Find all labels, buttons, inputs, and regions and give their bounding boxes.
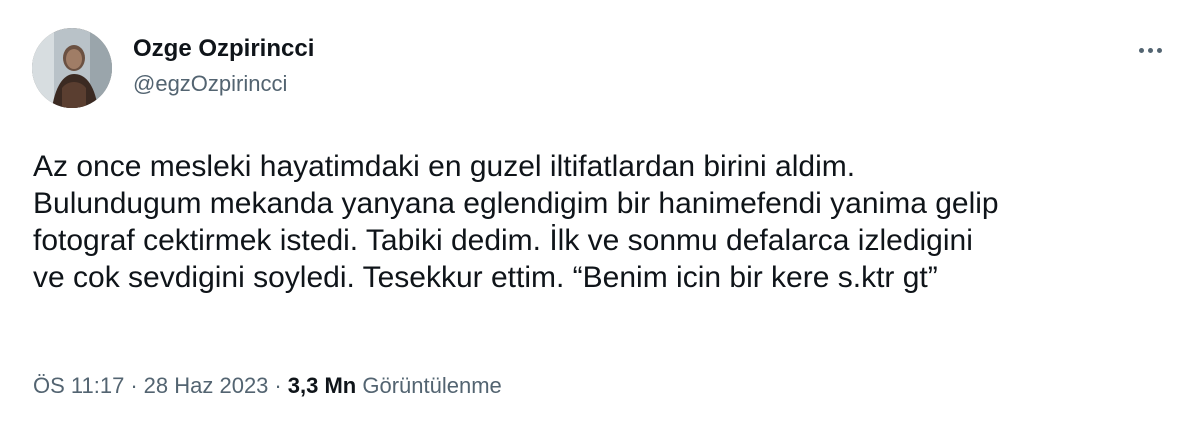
- meta-separator: ·: [130, 373, 138, 398]
- avatar[interactable]: [32, 28, 112, 108]
- tweet-meta: ÖS 11:17 · 28 Haz 2023 · 3,3 Mn Görüntülenme: [33, 372, 502, 400]
- more-horizontal-icon: [1137, 47, 1164, 53]
- author-block: Ozge Ozpirincci @egzOzpirincci: [133, 35, 314, 97]
- tweet-date[interactable]: 28 Haz 2023: [144, 373, 269, 398]
- display-name[interactable]: Ozge Ozpirincci: [133, 35, 314, 63]
- views-link[interactable]: 3,3 Mn Görüntülenme: [288, 373, 502, 398]
- tweet-text: Az once mesleki hayatimdaki en guzel ilt…: [33, 150, 999, 294]
- profile-photo-image: [32, 28, 112, 108]
- tweet-card: Ozge Ozpirincci @egzOzpirincci Az once m…: [0, 0, 1200, 433]
- more-options-button[interactable]: [1130, 30, 1170, 70]
- views-label: Görüntülenme: [362, 373, 502, 398]
- views-count: 3,3 Mn: [287, 373, 357, 398]
- user-handle[interactable]: @egzOzpirincci: [133, 71, 314, 97]
- tweet-time[interactable]: ÖS 11:17: [33, 373, 124, 398]
- meta-separator: ·: [274, 373, 282, 398]
